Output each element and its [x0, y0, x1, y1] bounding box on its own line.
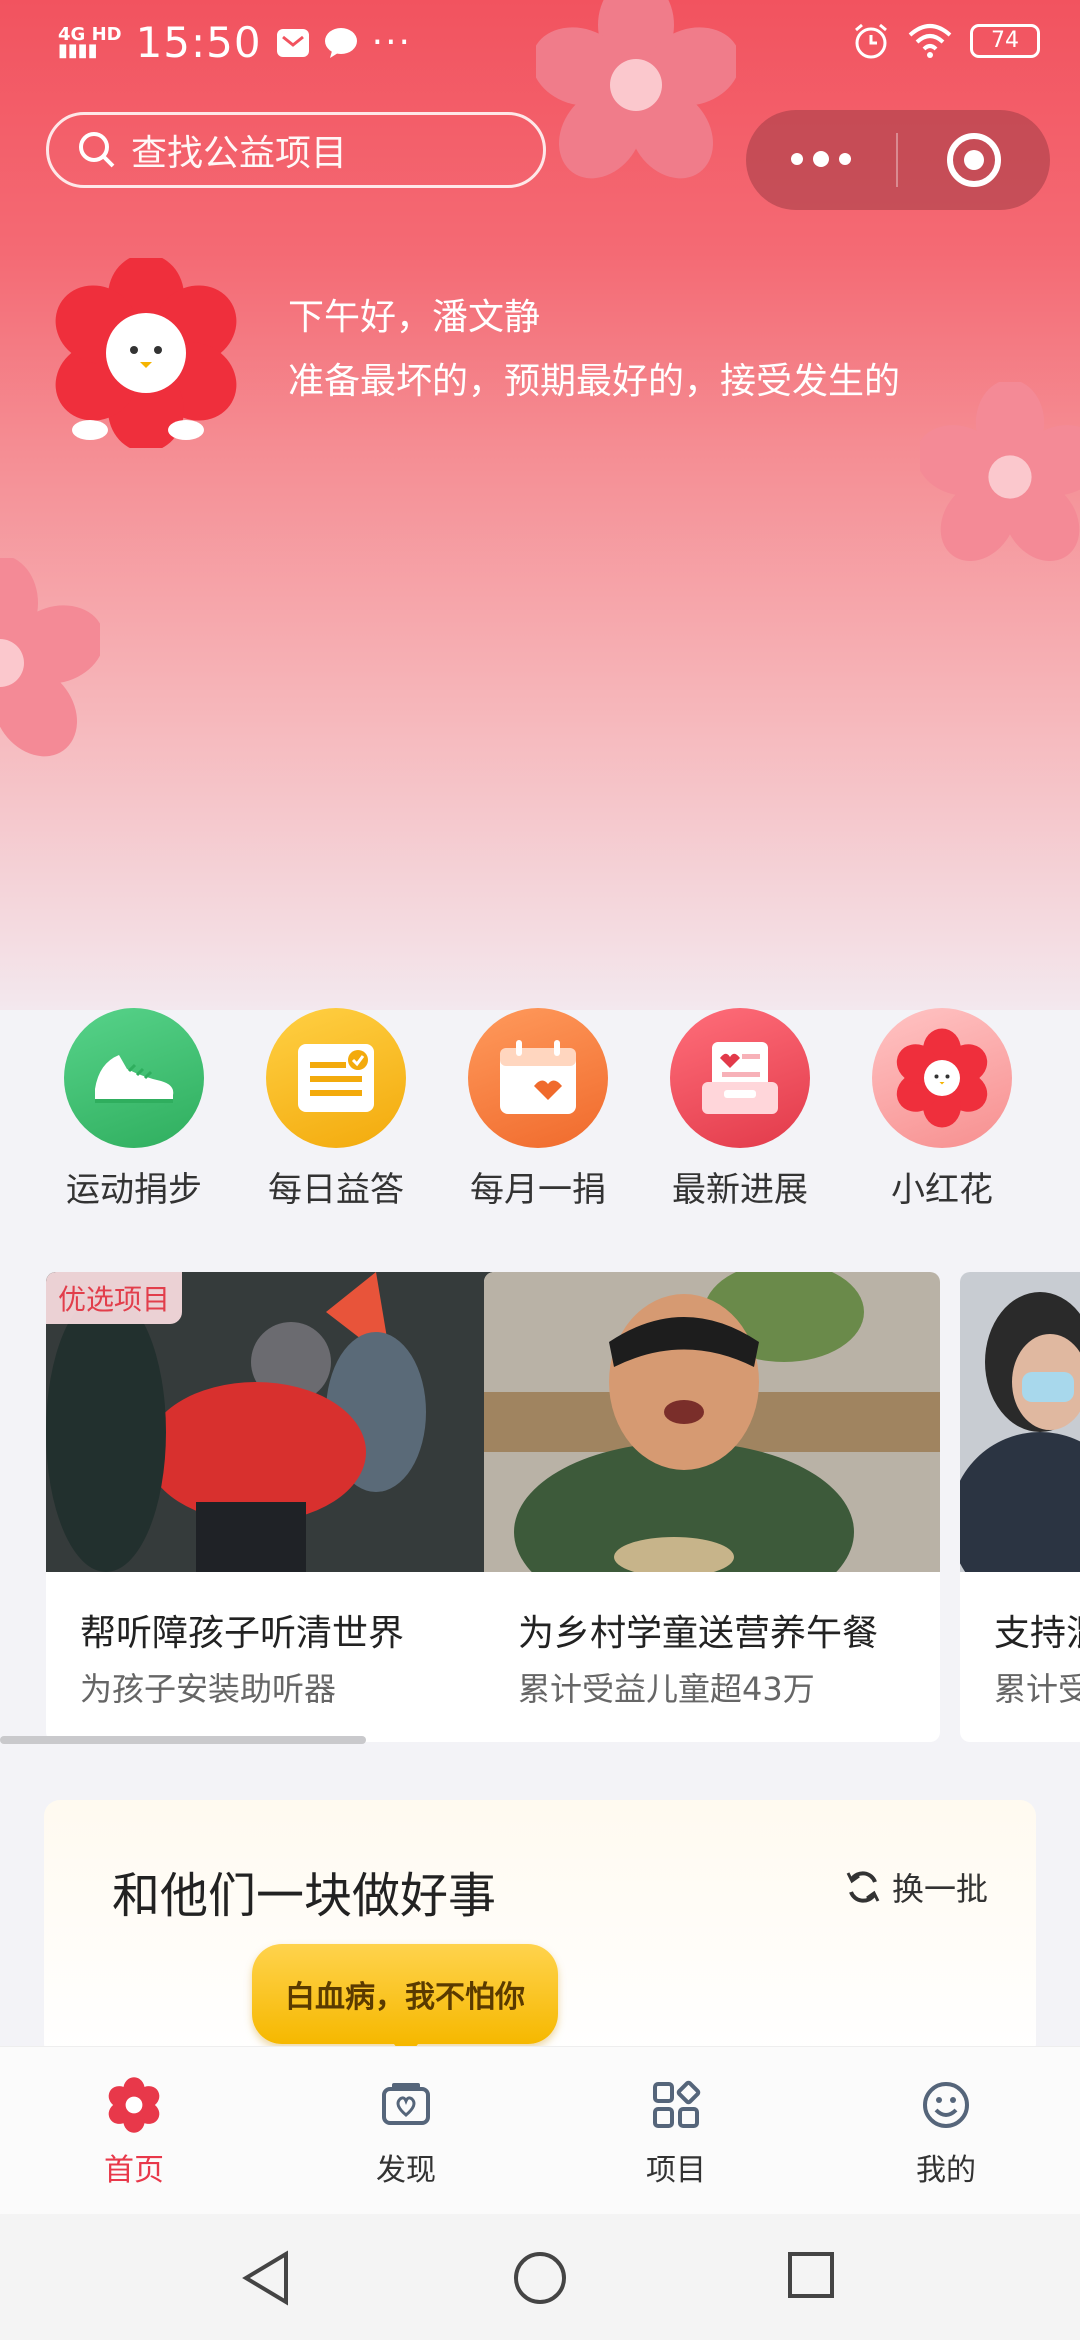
recent-apps-square-icon[interactable] [786, 2250, 836, 2300]
project-subtitle: 累计受 [994, 1670, 1080, 1708]
tab-label: 首页 [104, 2153, 164, 2188]
project-subtitle: 累计受益儿童超43万 [518, 1670, 815, 1708]
project-subtitle: 为孩子安装助听器 [80, 1670, 337, 1708]
quick-entries: 运动捐步 每日益答 每月一捐 最新进展 小红花 [0, 1008, 1080, 1211]
quiz-card-icon [266, 1008, 406, 1148]
decorative-flower-icon [920, 382, 1080, 562]
project-card[interactable]: 为乡村学童送营养午餐 累计受益儿童超43万 [484, 1272, 940, 1742]
entry-label: 运动捐步 [66, 1170, 202, 1210]
carousel-scroll-indicator [0, 1736, 366, 1744]
wifi-icon [908, 24, 952, 58]
tab-label: 项目 [646, 2153, 706, 2188]
featured-tag: 优选项目 [46, 1272, 183, 1324]
hero-banner: 4G HD ▮▮▮▮ 15:50 ··· 74 查找公益项目 下午好，潘文静 准… [0, 0, 1080, 1010]
discover-icon [382, 2083, 430, 2125]
clock: 15:50 [135, 18, 262, 67]
sneaker-icon [64, 1008, 204, 1148]
tab-label: 我的 [916, 2153, 976, 2188]
project-title: 支持混 [994, 1613, 1080, 1654]
project-card[interactable]: 优选项目 帮听障孩子听清世界 为孩子安装助听器 [46, 1272, 502, 1742]
smiley-icon [923, 2082, 969, 2128]
signal-icon: 4G HD ▮▮▮▮ [58, 23, 122, 61]
project-photo [484, 1272, 940, 1572]
battery-indicator: 74 [970, 24, 1040, 58]
motto-text: 准备最坏的，预期最好的，接受发生的 [288, 361, 901, 402]
refresh-icon [846, 1871, 880, 1903]
project-title: 帮听障孩子听清世界 [80, 1613, 405, 1654]
more-options-button[interactable] [746, 151, 896, 167]
entry-step-donation[interactable]: 运动捐步 [34, 1008, 234, 1211]
bottom-tab-bar: 首页 发现 项目 我的 [0, 2046, 1080, 2214]
entry-little-red-flower[interactable]: 小红花 [842, 1008, 1042, 1211]
inbox-heart-icon [670, 1008, 810, 1148]
decorative-flower-icon [0, 558, 100, 757]
close-miniprogram-button[interactable] [898, 131, 1050, 189]
entry-daily-quiz[interactable]: 每日益答 [236, 1008, 436, 1211]
section-title: 和他们一块做好事 [112, 1868, 497, 1924]
more-notifications-icon: ··· [371, 22, 412, 63]
refresh-label: 换一批 [891, 1870, 988, 1908]
tab-home[interactable]: 首页 [44, 2077, 224, 2189]
search-icon [79, 132, 115, 168]
tab-projects[interactable]: 项目 [586, 2077, 766, 2189]
miniprogram-capsule [746, 110, 1050, 210]
home-circle-icon[interactable] [512, 2250, 568, 2306]
greeting-text: 下午好，潘文静 [288, 297, 541, 338]
red-flower-mascot-icon [55, 258, 237, 448]
project-photo: 优选项目 [46, 1272, 502, 1572]
project-title: 为乡村学童送营养午餐 [518, 1613, 879, 1654]
status-bar: 4G HD ▮▮▮▮ 15:50 ··· 74 [0, 0, 1080, 90]
tab-label: 发现 [376, 2153, 436, 2188]
target-close-icon [947, 133, 1001, 187]
tab-discover[interactable]: 发现 [316, 2077, 496, 2189]
search-input[interactable]: 查找公益项目 [46, 112, 546, 188]
entry-label: 最新进展 [672, 1170, 808, 1210]
alarm-icon [855, 23, 887, 59]
red-flower-icon [872, 1008, 1012, 1148]
system-navigation-bar [0, 2214, 1080, 2340]
entry-label: 小红花 [891, 1170, 993, 1210]
project-card[interactable]: 支持混 累计受 [960, 1272, 1080, 1742]
back-triangle-icon[interactable] [240, 2250, 292, 2306]
refresh-batch-button[interactable]: 换一批 [844, 1864, 988, 1910]
search-placeholder: 查找公益项目 [131, 133, 348, 174]
tab-me[interactable]: 我的 [856, 2077, 1036, 2189]
entry-label: 每日益答 [268, 1170, 404, 1210]
featured-projects-carousel[interactable]: 优选项目 帮听障孩子听清世界 为孩子安装助听器 为乡村学童送营养午餐 累计受益儿… [0, 1272, 1080, 1742]
entry-latest-progress[interactable]: 最新进展 [640, 1008, 840, 1211]
calendar-heart-icon [468, 1008, 608, 1148]
entry-monthly-donation[interactable]: 每月一捐 [438, 1008, 638, 1211]
discover-tooltip[interactable]: 白血病，我不怕你 [252, 1944, 558, 2060]
apps-grid-icon [653, 2080, 701, 2128]
mail-icon [276, 28, 309, 57]
message-bubble-icon [324, 27, 357, 58]
entry-label: 每月一捐 [470, 1170, 606, 1210]
project-photo [960, 1272, 1080, 1572]
flower-home-icon [108, 2077, 160, 2133]
